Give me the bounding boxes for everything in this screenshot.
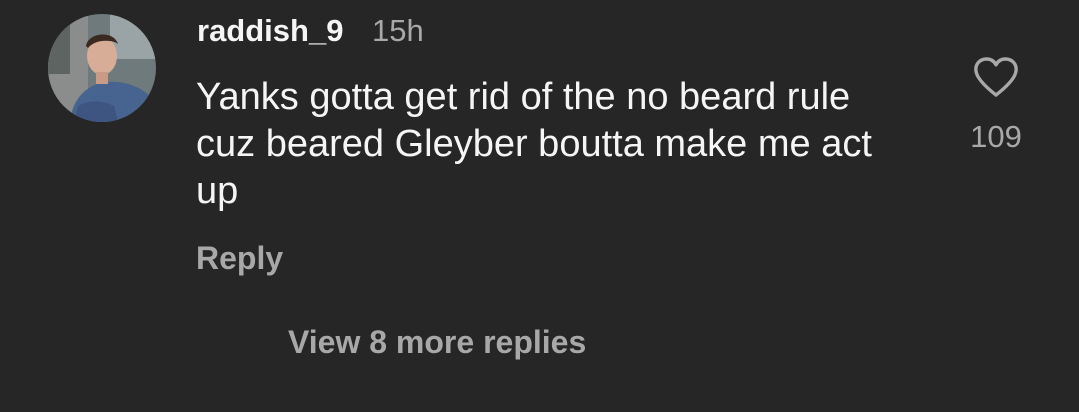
- like-count: 109: [970, 119, 1022, 154]
- avatar[interactable]: [48, 14, 156, 122]
- username[interactable]: raddish_9: [197, 12, 343, 50]
- like-button[interactable]: [972, 56, 1020, 98]
- comment-text: Yanks gotta get rid of the no beard rule…: [196, 76, 872, 212]
- heart-outline-icon: [974, 57, 1018, 97]
- timestamp: 15h: [372, 13, 424, 48]
- view-more-replies-button[interactable]: View 8 more replies: [288, 322, 586, 362]
- reply-button[interactable]: Reply: [196, 238, 283, 278]
- avatar-image: [48, 14, 156, 122]
